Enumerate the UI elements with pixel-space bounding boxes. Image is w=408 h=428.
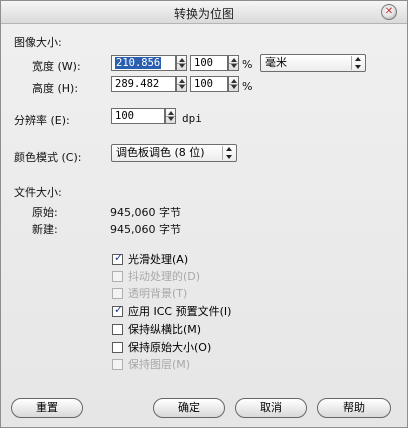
width-stepper[interactable]: [176, 55, 187, 71]
select-arrows-icon: [351, 56, 363, 70]
transparent-background-checkbox: [112, 288, 123, 299]
transparent-background-label: 透明背景(T): [128, 287, 188, 300]
resolution-unit: dpi: [182, 112, 202, 125]
ok-button[interactable]: 确定: [153, 398, 225, 418]
keep-layers-checkbox: [112, 359, 123, 370]
reset-button[interactable]: 重置: [11, 398, 83, 418]
width-label: 宽度 (W):: [32, 60, 81, 73]
keep-aspect-ratio-checkbox[interactable]: [112, 324, 123, 335]
height-label: 高度 (H):: [32, 82, 79, 95]
title-bar[interactable]: 转换为位图 ✕: [1, 1, 407, 24]
width-input[interactable]: 210.856: [111, 55, 176, 71]
height-percent-input[interactable]: 100: [190, 76, 228, 92]
height-stepper[interactable]: [176, 76, 187, 92]
keep-original-size-checkbox[interactable]: [112, 342, 123, 353]
convert-to-bitmap-dialog: 转换为位图 ✕ 图像大小: 宽度 (W): 210.856 100 % 毫米 高…: [0, 0, 408, 428]
resolution-stepper[interactable]: [165, 108, 176, 124]
dialog-title: 转换为位图: [173, 7, 234, 21]
height-percent-stepper[interactable]: [228, 76, 239, 92]
image-size-heading: 图像大小:: [14, 36, 62, 49]
new-size-value: 945,060 字节: [110, 223, 181, 236]
checkmark-icon: ✓: [114, 303, 124, 316]
apply-icc-profile-checkbox[interactable]: ✓: [112, 303, 124, 317]
width-value: 210.856: [115, 57, 162, 69]
width-percent-input[interactable]: 100: [190, 55, 228, 71]
dithering-label: 抖动处理的(D): [128, 270, 201, 283]
color-mode-select[interactable]: 调色板调色 (8 位): [111, 144, 237, 162]
keep-aspect-ratio-label: 保持纵横比(M): [128, 323, 202, 336]
checkmark-icon: ✓: [114, 251, 124, 264]
original-size-label: 原始:: [32, 206, 58, 219]
smoothing-label: 光滑处理(A): [128, 253, 189, 266]
smoothing-checkbox[interactable]: ✓: [112, 251, 124, 265]
width-percent-stepper[interactable]: [228, 55, 239, 71]
close-button[interactable]: ✕: [381, 4, 397, 20]
color-mode-selected: 调色板调色 (8 位): [116, 146, 205, 159]
resolution-input[interactable]: 100: [111, 108, 165, 124]
dithering-checkbox: [112, 271, 123, 282]
height-input[interactable]: 289.482: [111, 76, 176, 92]
keep-original-size-label: 保持原始大小(O): [128, 341, 212, 354]
apply-icc-profile-label: 应用 ICC 预置文件(I): [128, 305, 232, 318]
select-arrows-icon: [222, 146, 234, 160]
original-size-value: 945,060 字节: [110, 206, 181, 219]
unit-selected: 毫米: [265, 56, 287, 69]
height-percent-symbol: %: [242, 80, 253, 93]
cancel-button[interactable]: 取消: [235, 398, 307, 418]
unit-select[interactable]: 毫米: [260, 54, 366, 72]
resolution-label: 分辨率 (E):: [14, 114, 70, 127]
file-size-heading: 文件大小:: [14, 186, 62, 199]
keep-layers-label: 保持图层(M): [128, 358, 191, 371]
new-size-label: 新建:: [32, 223, 58, 236]
close-icon: ✕: [384, 6, 394, 17]
color-mode-label: 颜色模式 (C):: [14, 151, 82, 164]
help-button[interactable]: 帮助: [317, 398, 391, 418]
width-percent-symbol: %: [242, 58, 253, 71]
